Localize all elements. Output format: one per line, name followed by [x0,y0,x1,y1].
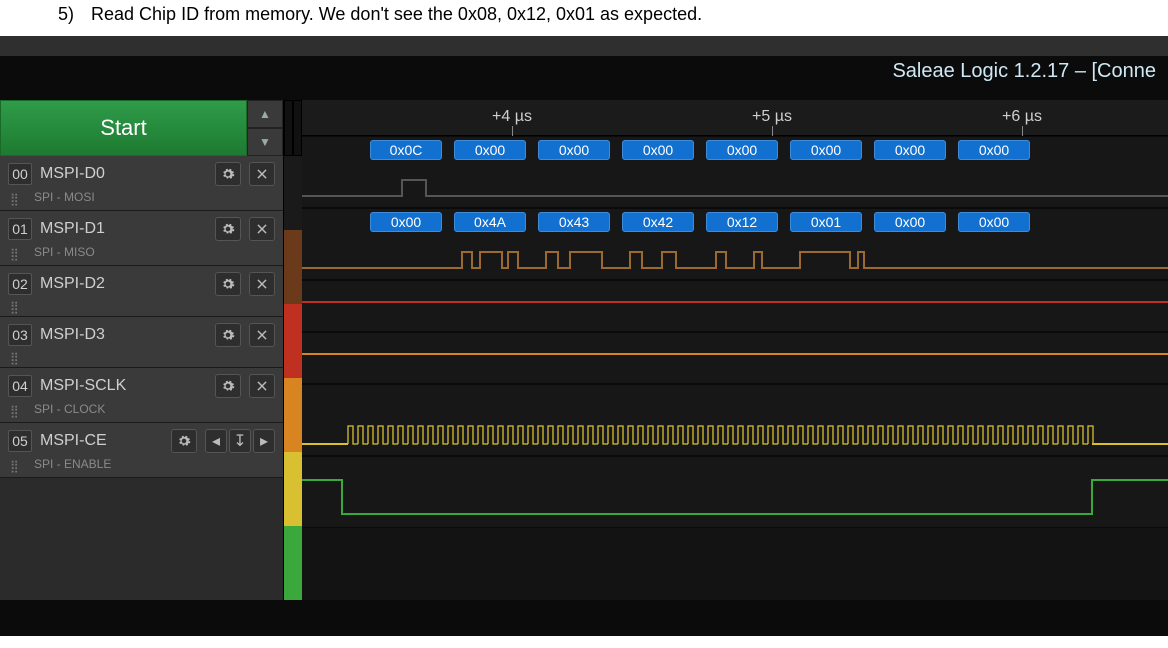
start-stepper: ▲ ▼ [247,100,283,156]
color-rail [284,100,302,600]
channel-index: 00 [8,163,32,185]
close-icon [255,277,269,291]
channel-name[interactable]: MSPI-D3 [40,326,207,344]
channel-index: 02 [8,273,32,295]
close-icon [255,328,269,342]
trigger-edge-button[interactable]: ↧ [229,429,251,453]
trace-d0 [302,136,1168,208]
channel-remove-button[interactable] [249,374,275,398]
rail-color-segment [284,156,302,230]
rail-color-segment [284,230,302,304]
analyzer-label: SPI - ENABLE [34,457,111,471]
rail-color-segment [284,378,302,452]
channel-remove-button[interactable] [249,272,275,296]
window-title: Saleae Logic 1.2.17 – [Conne [892,60,1156,83]
trigger-next-button[interactable]: ▸ [253,429,275,453]
close-icon [255,167,269,181]
gear-icon [177,434,191,448]
channel-row: 03 MSPI-D3 [0,317,283,368]
app-window: Saleae Logic 1.2.17 – [Conne Start ▲ ▼ 0… [0,36,1168,636]
channel-settings-button[interactable] [171,429,197,453]
channel-name[interactable]: MSPI-D1 [40,220,207,238]
trigger-prev-button[interactable]: ◂ [205,429,227,453]
stepper-down-button[interactable]: ▼ [247,128,283,156]
caption-text: Read Chip ID from memory. We don't see t… [91,4,702,24]
channel-row: 00 MSPI-D0 SPI - MOSI [0,156,283,211]
channel-remove-button[interactable] [249,162,275,186]
stepper-up-button[interactable]: ▲ [247,100,283,128]
drag-handle-icon[interactable] [10,300,28,310]
channel-name[interactable]: MSPI-CE [40,432,163,450]
channel-list: 00 MSPI-D0 SPI - MOSI 01 MSPI-D1 SPI - M… [0,156,283,478]
channel-panel: Start ▲ ▼ 00 MSPI-D0 SPI - MOSI 01 MSPI-… [0,100,284,600]
figure-caption: 5) Read Chip ID from memory. We don't se… [0,0,1168,35]
rail-color-segment [284,526,302,600]
gear-icon [221,222,235,236]
start-row: Start ▲ ▼ [0,100,283,156]
trace-sclk [302,384,1168,456]
analyzer-label: SPI - CLOCK [34,402,105,416]
drag-handle-icon[interactable] [10,351,28,361]
channel-index: 04 [8,375,32,397]
channel-row: 04 MSPI-SCLK SPI - CLOCK [0,368,283,423]
channel-row: 01 MSPI-D1 SPI - MISO [0,211,283,266]
gear-icon [221,277,235,291]
channel-name[interactable]: MSPI-D0 [40,165,207,183]
gear-icon [221,328,235,342]
channel-remove-button[interactable] [249,217,275,241]
time-ruler[interactable]: +4 µs +5 µs +6 µs [302,100,1168,136]
channel-index: 01 [8,218,32,240]
analyzer-label: SPI - MISO [34,245,95,259]
drag-handle-icon[interactable] [10,247,28,257]
trace-d2 [302,280,1168,332]
gear-icon [221,167,235,181]
start-button[interactable]: Start [0,100,247,156]
channel-settings-button[interactable] [215,217,241,241]
analyzer-label: SPI - MOSI [34,190,95,204]
ruler-label: +5 µs [752,108,792,126]
drag-handle-icon[interactable] [10,404,28,414]
channel-row: 05 MSPI-CE ◂ ↧ ▸ SPI - ENABLE [0,423,283,478]
close-icon [255,379,269,393]
channel-row: 02 MSPI-D2 [0,266,283,317]
menu-bar [0,36,1168,56]
trace-ce [302,456,1168,528]
channel-remove-button[interactable] [249,323,275,347]
gear-icon [221,379,235,393]
close-icon [255,222,269,236]
main-area: Start ▲ ▼ 00 MSPI-D0 SPI - MOSI 01 MSPI-… [0,100,1168,600]
channel-settings-button[interactable] [215,323,241,347]
channel-name[interactable]: MSPI-D2 [40,275,207,293]
channel-index: 03 [8,324,32,346]
caption-number: 5) [58,4,86,25]
drag-handle-icon[interactable] [10,459,28,469]
channel-settings-button[interactable] [215,374,241,398]
drag-handle-icon[interactable] [10,192,28,202]
rail-color-segment [284,304,302,378]
trigger-controls: ◂ ↧ ▸ [205,429,275,453]
ruler-label: +4 µs [492,108,532,126]
channel-name[interactable]: MSPI-SCLK [40,377,207,395]
trace-d1 [302,208,1168,280]
channel-settings-button[interactable] [215,162,241,186]
ruler-label: +6 µs [1002,108,1042,126]
channel-index: 05 [8,430,32,452]
rail-color-segment [284,452,302,526]
channel-settings-button[interactable] [215,272,241,296]
waveform-area[interactable]: +4 µs +5 µs +6 µs 0x0C0x000x000x000x000x… [302,100,1168,600]
trace-d3 [302,332,1168,384]
